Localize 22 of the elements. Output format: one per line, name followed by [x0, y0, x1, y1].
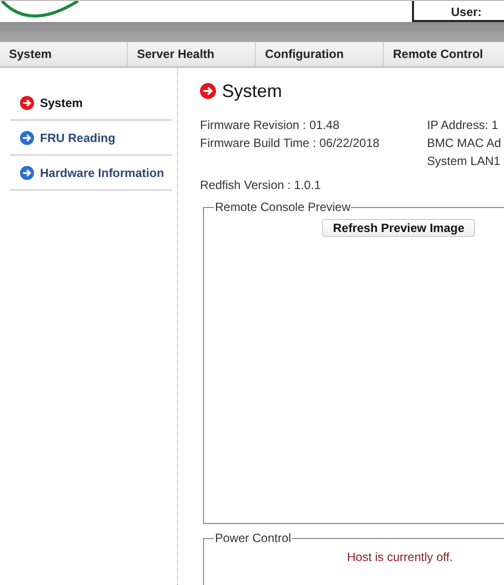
arrow-icon — [20, 96, 34, 110]
user-label: User: — [451, 5, 482, 19]
arrow-icon — [20, 130, 34, 144]
nav-tab[interactable]: System — [0, 42, 128, 66]
nav-tab[interactable]: Remote Control — [384, 42, 504, 66]
panel-legend: Power Control — [214, 531, 292, 545]
sidebar-item[interactable]: Hardware Information — [10, 156, 172, 191]
refresh-preview-button[interactable]: Refresh Preview Image — [322, 219, 476, 237]
page-title: System — [222, 80, 282, 102]
nav-tab[interactable]: Configuration — [256, 42, 384, 66]
sidebar-item[interactable]: System — [10, 86, 172, 121]
arrow-icon — [20, 166, 34, 180]
sidebar-item[interactable]: FRU Reading — [10, 121, 172, 156]
panel-legend: Remote Console Preview — [214, 200, 352, 214]
host-status-text: Host is currently off. — [346, 549, 454, 564]
info-text: Firmware Build Time : 06/22/2018 — [200, 135, 380, 152]
info-text: Redfish Version : 1.0.1 — [200, 177, 322, 194]
info-text: IP Address: 1 — [427, 117, 500, 134]
info-text: System LAN1 — [427, 153, 502, 170]
info-text: Firmware Revision : 01.48 — [200, 117, 340, 134]
info-text: BMC MAC Ad — [427, 135, 502, 152]
nav-tab[interactable]: Server Health — [128, 42, 256, 66]
